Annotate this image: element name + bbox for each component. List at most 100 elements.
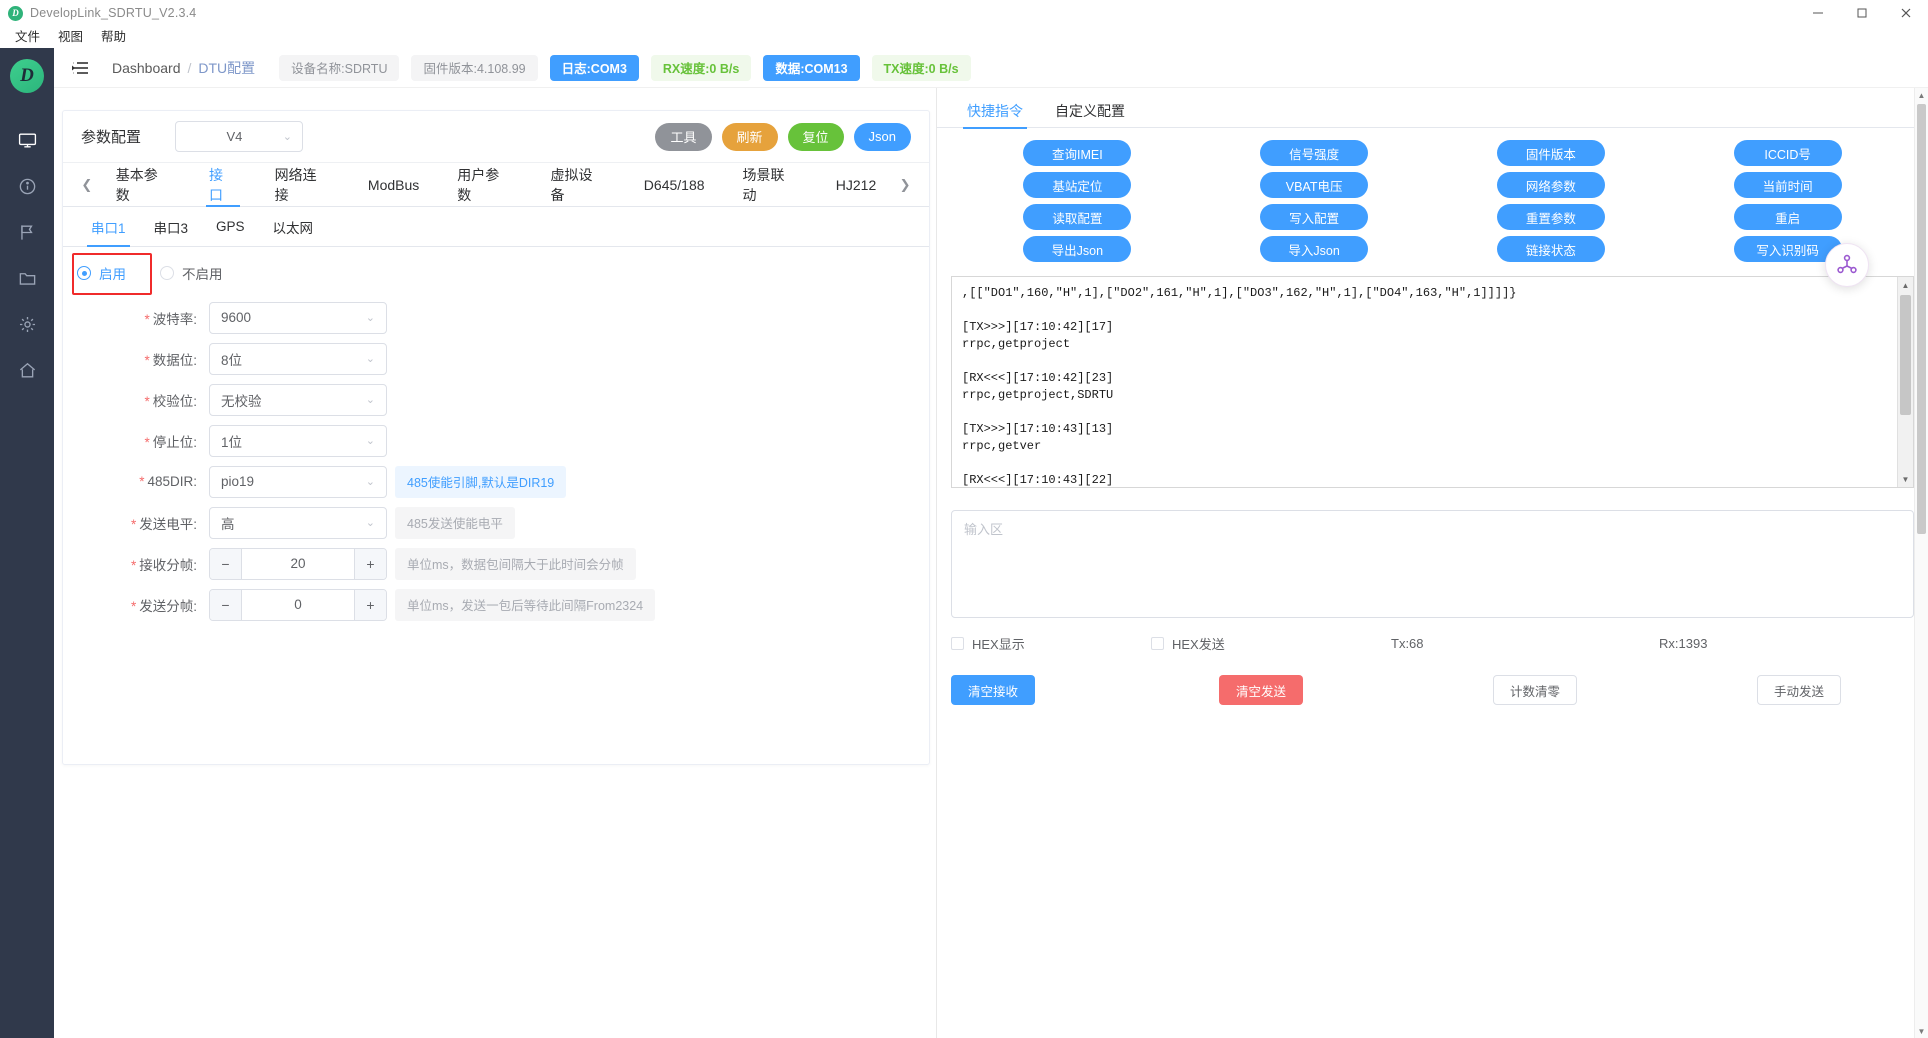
clear-send-button[interactable]: 清空发送 [1219,675,1304,705]
rail-item-gear[interactable] [0,301,54,347]
badge-firmware-version[interactable]: 固件版本:4.108.99 [411,54,538,81]
hint-rx-frame: 单位ms，数据包间隔大于此时间会分帧 [395,547,636,580]
clear-receive-button[interactable]: 清空接收 [951,675,1036,705]
cmd-base-station-location[interactable]: 基站定位 [1023,172,1132,198]
tab-quick-commands[interactable]: 快捷指令 [951,93,1039,129]
cmd-export-json[interactable]: 导出Json [1023,236,1132,262]
tab-virtual-device[interactable]: 虚拟设备 [532,163,625,206]
tab-serial3[interactable]: 串口3 [140,207,203,246]
tab-modbus[interactable]: ModBus [349,163,438,206]
scroll-down-icon[interactable]: ▼ [1915,1024,1928,1038]
scroll-up-icon[interactable]: ▲ [1915,88,1928,102]
form-row-databits: * 数据位: 8位 ⌄ [63,338,929,379]
label-tx-frame: * 发送分帧: [130,598,197,614]
page-scrollbar-thumb[interactable] [1917,104,1926,534]
hex-send-checkbox[interactable]: HEX发送 [1151,634,1391,653]
checkbox-icon [1151,637,1164,650]
stepper-minus-icon[interactable]: − [210,589,242,620]
chevron-left-icon[interactable]: ❮ [77,177,97,193]
log-scrollbar[interactable]: ▲ ▼ [1897,277,1913,487]
header-badges: 设备名称:SDRTU 固件版本:4.108.99 日志:COM3 RX速度:0 … [279,54,971,81]
label-baudrate: * 波特率: [144,311,197,327]
chevron-right-icon[interactable]: ❯ [895,177,915,193]
cmd-link-status[interactable]: 链接状态 [1496,236,1605,262]
menu-item-help[interactable]: 帮助 [92,26,135,48]
rail-item-monitor[interactable] [0,117,54,163]
cmd-firmware-version[interactable]: 固件版本 [1496,140,1605,166]
tab-gps[interactable]: GPS [202,207,259,246]
tab-hj212[interactable]: HJ212 [817,163,895,206]
tab-ethernet[interactable]: 以太网 [259,207,328,246]
stopbits-select[interactable]: 1位 ⌄ [209,424,387,457]
databits-select[interactable]: 8位 ⌄ [209,342,387,375]
baudrate-select[interactable]: 9600 ⌄ [209,301,387,334]
scrollbar-thumb[interactable] [1900,295,1911,415]
breadcrumb-current[interactable]: DTU配置 [198,58,255,78]
stepper-minus-icon[interactable]: − [210,548,242,579]
sidebar-toggle-icon[interactable] [66,54,94,82]
hex-display-checkbox[interactable]: HEX显示 [951,634,1151,653]
scroll-up-icon[interactable]: ▲ [1898,277,1913,293]
menu-bar: 文件 视图 帮助 [0,26,1928,48]
tab-network[interactable]: 网络连接 [256,163,349,206]
left-rail: D [0,48,54,1038]
radio-enabled[interactable]: 启用 [77,263,126,283]
cmd-network-params[interactable]: 网络参数 [1496,172,1605,198]
rx-frame-value[interactable]: 20 [242,549,354,579]
breadcrumb-root[interactable]: Dashboard [112,60,181,76]
tool-button[interactable]: 工具 [655,122,712,151]
top-header: Dashboard / DTU配置 设备名称:SDRTU 固件版本:4.108.… [54,48,1928,88]
badge-log-port[interactable]: 日志:COM3 [549,54,639,81]
refresh-button[interactable]: 刷新 [721,122,778,151]
cmd-vbat-voltage[interactable]: VBAT电压 [1260,172,1369,198]
cmd-write-config[interactable]: 写入配置 [1260,204,1369,230]
badge-device-name[interactable]: 设备名称:SDRTU [279,54,400,81]
chevron-down-icon: ⌄ [365,312,375,324]
maximize-icon[interactable] [1840,0,1884,26]
rail-item-flag[interactable] [0,209,54,255]
cmd-reset-params[interactable]: 重置参数 [1496,204,1605,230]
rail-item-home[interactable] [0,347,54,393]
radio-disabled[interactable]: 不启用 [160,263,223,283]
tx-frame-stepper[interactable]: − 0 + [209,588,387,621]
rail-logo: D [0,48,54,103]
tx-frame-value[interactable]: 0 [242,590,354,620]
json-button[interactable]: Json [853,122,911,151]
tab-user-params[interactable]: 用户参数 [438,163,531,206]
stepper-plus-icon[interactable]: + [354,589,386,620]
rail-item-folder[interactable] [0,255,54,301]
close-icon[interactable] [1884,0,1928,26]
version-select[interactable]: V4 ⌄ [175,121,304,152]
badge-data-port[interactable]: 数据:COM13 [763,54,860,81]
cmd-read-config[interactable]: 读取配置 [1023,204,1132,230]
reset-counter-button[interactable]: 计数清零 [1493,675,1578,705]
page-scrollbar[interactable]: ▲ ▼ [1914,88,1928,1038]
parity-select[interactable]: 无校验 ⌄ [209,383,387,416]
manual-send-button[interactable]: 手动发送 [1757,675,1842,705]
tab-custom-config[interactable]: 自定义配置 [1039,93,1141,128]
tab-d645-188[interactable]: D645/188 [625,163,724,206]
menu-item-file[interactable]: 文件 [6,26,49,48]
tab-interface[interactable]: 接口 [190,163,256,207]
tab-basic-params[interactable]: 基本参数 [97,163,190,206]
molecule-fab-button[interactable] [1825,243,1869,287]
menu-item-view[interactable]: 视图 [49,26,92,48]
form-row-baudrate: * 波特率: 9600 ⌄ [63,297,929,338]
rx-frame-stepper[interactable]: − 20 + [209,547,387,580]
stepper-plus-icon[interactable]: + [354,548,386,579]
tab-serial1[interactable]: 串口1 [77,207,140,247]
rail-item-info[interactable] [0,163,54,209]
scroll-down-icon[interactable]: ▼ [1898,471,1913,487]
cmd-query-imei[interactable]: 查询IMEI [1023,140,1132,166]
minimize-icon[interactable] [1796,0,1840,26]
cmd-current-time[interactable]: 当前时间 [1733,172,1842,198]
cmd-signal-strength[interactable]: 信号强度 [1260,140,1369,166]
tab-scene-linkage[interactable]: 场景联动 [724,163,817,206]
cmd-iccid[interactable]: ICCID号 [1733,140,1842,166]
tx-level-select[interactable]: 高 ⌄ [209,506,387,539]
cmd-reboot[interactable]: 重启 [1733,204,1842,230]
485dir-select[interactable]: pio19 ⌄ [209,465,387,498]
cmd-import-json[interactable]: 导入Json [1260,236,1369,262]
command-input[interactable]: 输入区 [951,510,1914,618]
reset-button[interactable]: 复位 [787,122,844,151]
